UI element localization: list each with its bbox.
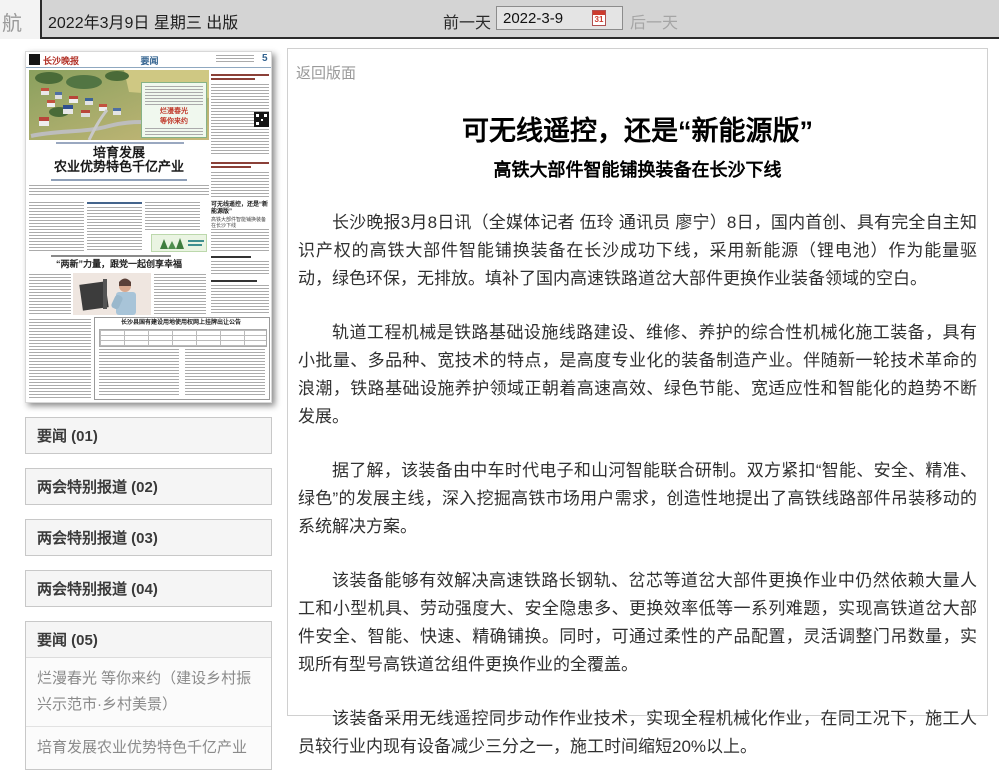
qr-code-icon bbox=[254, 112, 269, 127]
inset-title-line2: 等你来约 bbox=[142, 117, 206, 126]
thumb-mid-headline: “两新”力量，跟党一起创享幸福 bbox=[29, 259, 209, 270]
thumb-text-col1 bbox=[29, 202, 84, 252]
sidebar-section-05[interactable]: 要闻 (05) bbox=[26, 622, 271, 658]
top-bar: 航 2022年3月9日 星期三 出版 前一天 31 后一天 bbox=[0, 0, 999, 37]
newspaper-logo-icon bbox=[29, 54, 40, 65]
article-paragraph: 长沙晚报3月8日讯（全媒体记者 伍玲 通讯员 廖宁）8日，国内首创、具有完全自主… bbox=[298, 209, 977, 293]
land-notice-box: 长沙县国有建设用地使用权网上挂牌出让公告 bbox=[94, 317, 270, 400]
thumb-masthead: 长沙晚报 bbox=[43, 54, 79, 67]
publish-date-label: 2022年3月9日 星期三 出版 bbox=[48, 9, 238, 33]
sidebar-section-03[interactable]: 两会特别报道 (03) bbox=[25, 519, 272, 556]
sidebar-article-link-2[interactable]: 培育发展农业优势特色千亿产业 bbox=[26, 727, 271, 769]
article-title: 可无线遥控，还是“新能源版” bbox=[288, 109, 987, 148]
thumb-section-label: 要闻 bbox=[116, 54, 183, 67]
thumb-masthead-info bbox=[216, 55, 254, 64]
topbar-left-notch: 航 bbox=[0, 0, 40, 39]
article-paragraph: 轨道工程机械是铁路基础设施线路建设、维修、养护的综合性机械化施工装备，具有小批量… bbox=[298, 319, 977, 431]
thumb-right-article-subtitle: 高铁大部件智能铺换装备在长沙下线 bbox=[211, 217, 269, 229]
page-thumbnail[interactable]: 长沙晚报 要闻 5 bbox=[25, 51, 272, 403]
worker-photo bbox=[73, 273, 151, 315]
sidebar-section-04[interactable]: 两会特别报道 (04) bbox=[25, 570, 272, 607]
notice-title: 长沙县国有建设用地使用权网上挂牌出让公告 bbox=[97, 320, 265, 327]
sidebar: 长沙晚报 要闻 5 bbox=[25, 51, 272, 770]
sidebar-section-05-group: 要闻 (05) 烂漫春光 等你来约（建设乡村振兴示范市·乡村美景） 培育发展农业… bbox=[25, 621, 272, 770]
article-subtitle: 高铁大部件智能铺换装备在长沙下线 bbox=[288, 156, 987, 182]
sidebar-section-02[interactable]: 两会特别报道 (02) bbox=[25, 468, 272, 505]
topbar-divider bbox=[40, 0, 42, 39]
article-paragraph: 该装备能够有效解决高速铁路长钢轨、岔芯等道岔大部件更换作业中仍然依赖大量人工和小… bbox=[298, 567, 977, 679]
thumb-page-number: 5 bbox=[262, 53, 268, 64]
thumb-headline-2: 农业优势特色千亿产业 bbox=[29, 160, 209, 174]
next-day-button[interactable]: 后一天 bbox=[630, 9, 678, 33]
photo-caption-line bbox=[56, 142, 184, 144]
inset-title-line1: 烂漫春光 bbox=[142, 107, 206, 116]
article-paragraph: 该装备采用无线遥控同步动作作业技术，实现全程机械化作业，在同工况下，施工人员较行… bbox=[298, 705, 977, 761]
notice-table bbox=[99, 329, 267, 347]
thumb-text-col3 bbox=[145, 202, 200, 230]
green-banner-graphic bbox=[151, 234, 207, 252]
photo-inset-box: 烂漫春光 等你来约 bbox=[141, 82, 207, 138]
article-paragraph: 据了解，该装备由中车时代电子和山河智能联合研制。双方紧扣“智能、安全、精准、绿色… bbox=[298, 457, 977, 541]
thumb-text-col2 bbox=[87, 207, 142, 252]
sidebar-section-01[interactable]: 要闻 (01) bbox=[25, 417, 272, 454]
thumb-headline-1: 培育发展 bbox=[29, 146, 209, 160]
article-body: 长沙晚报3月8日讯（全媒体记者 伍玲 通讯员 廖宁）8日，国内首创、具有完全自主… bbox=[298, 209, 977, 761]
thumb-right-article-title: 可无线遥控，还是“新能源版” bbox=[211, 202, 269, 216]
prev-day-button[interactable]: 前一天 bbox=[443, 9, 491, 33]
topbar-bottom-rule bbox=[40, 37, 999, 39]
nav-partial-text[interactable]: 航 bbox=[2, 7, 22, 36]
article-panel: 返回版面 可无线遥控，还是“新能源版” 高铁大部件智能铺换装备在长沙下线 长沙晚… bbox=[287, 48, 988, 716]
back-to-page-link[interactable]: 返回版面 bbox=[296, 62, 356, 83]
thumb-subheadline-line bbox=[51, 179, 187, 181]
sidebar-article-link-1[interactable]: 烂漫春光 等你来约（建设乡村振兴示范市·乡村美景） bbox=[26, 658, 271, 727]
calendar-icon[interactable]: 31 bbox=[592, 10, 606, 26]
